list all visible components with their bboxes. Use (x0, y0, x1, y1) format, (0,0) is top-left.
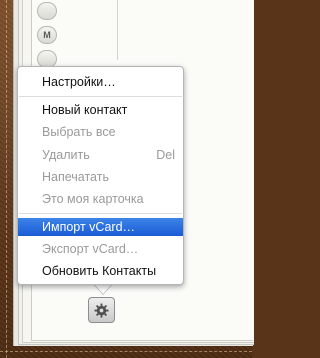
settings-popup-menu: Настройки… Новый контакт Выбрать все Уда… (17, 66, 184, 285)
menu-item-print[interactable]: Напечатать (18, 168, 183, 186)
menu-item-import-vcard[interactable]: Импорт vCard… (18, 218, 183, 236)
menu-item-delete-label: Удалить (42, 148, 90, 162)
menu-item-delete[interactable]: Удалить Del (18, 146, 183, 164)
menu-separator (19, 213, 182, 214)
settings-gear-button[interactable] (88, 297, 115, 323)
menu-item-export-vcard[interactable]: Экспорт vCard… (18, 240, 183, 258)
delete-shortcut: Del (156, 148, 175, 162)
menu-item-my-card[interactable]: Это моя карточка (18, 190, 183, 208)
cover-stitching-left (6, 0, 7, 358)
menu-item-settings[interactable]: Настройки… (18, 73, 183, 91)
column-divider (117, 0, 118, 60)
menu-pointer (94, 284, 112, 294)
cover-stitching-bottom (0, 351, 252, 352)
alphabet-tab-m[interactable]: М (37, 26, 57, 44)
gear-icon (94, 302, 109, 318)
menu-item-new-contact[interactable]: Новый контакт (18, 101, 183, 119)
menu-separator (19, 96, 182, 97)
menu-item-refresh-contacts[interactable]: Обновить Контакты (18, 262, 183, 280)
alphabet-tab[interactable] (37, 2, 57, 20)
menu-item-select-all[interactable]: Выбрать все (18, 123, 183, 141)
